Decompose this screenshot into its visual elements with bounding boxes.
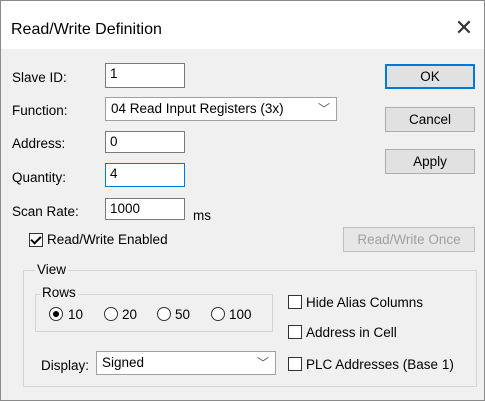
close-icon[interactable]: ✕ [449,15,479,41]
chevron-down-icon: ﹀ [256,356,269,370]
ok-button[interactable]: OK [385,64,475,89]
dialog-title: Read/Write Definition [11,21,162,38]
hide-alias-columns-checkbox[interactable] [288,295,302,309]
rows-group-label: Rows [40,285,78,300]
scan-rate-input[interactable]: 1000 [105,198,185,220]
function-label: Function: [12,103,68,118]
rows-radio-10[interactable] [49,307,63,321]
function-select[interactable]: 04 Read Input Registers (3x) ﹀ [105,97,337,121]
rows-option-20: 20 [122,307,138,322]
rows-option-10: 10 [68,307,84,322]
rw-enabled-checkbox[interactable] [29,233,43,247]
hide-alias-columns-label: Hide Alias Columns [306,295,424,310]
rows-radio-50[interactable] [157,307,171,321]
rows-radio-100[interactable] [211,307,225,321]
rows-option-100: 100 [229,307,252,322]
quantity-input[interactable]: 4 [105,163,185,187]
title-bar: Read/Write Definition ✕ [1,1,484,49]
cancel-button[interactable]: Cancel [385,107,475,132]
display-select[interactable]: Signed ﹀ [96,351,276,375]
rows-option-50: 50 [175,307,191,322]
view-group-label: View [35,262,69,277]
function-select-value: 04 Read Input Registers (3x) [111,101,284,116]
read-write-definition-dialog: Read/Write Definition ✕ Slave ID: 1 Func… [0,0,485,401]
chevron-down-icon: ﹀ [317,102,330,116]
display-label: Display: [41,358,90,373]
address-in-cell-checkbox[interactable] [288,325,302,339]
address-label: Address: [12,136,66,151]
display-select-value: Signed [102,355,145,370]
scan-rate-unit: ms [193,208,211,223]
plc-addresses-label: PLC Addresses (Base 1) [306,357,454,372]
slave-id-label: Slave ID: [12,70,67,85]
apply-button[interactable]: Apply [385,149,475,174]
rows-radio-20[interactable] [104,307,118,321]
scan-rate-label: Scan Rate: [12,204,79,219]
read-write-once-button[interactable]: Read/Write Once [343,227,475,252]
quantity-label: Quantity: [12,170,67,185]
address-in-cell-label: Address in Cell [306,325,397,340]
rw-enabled-label: Read/Write Enabled [47,232,168,247]
plc-addresses-checkbox[interactable] [288,357,302,371]
address-input[interactable]: 0 [105,131,185,153]
slave-id-input[interactable]: 1 [105,63,185,88]
